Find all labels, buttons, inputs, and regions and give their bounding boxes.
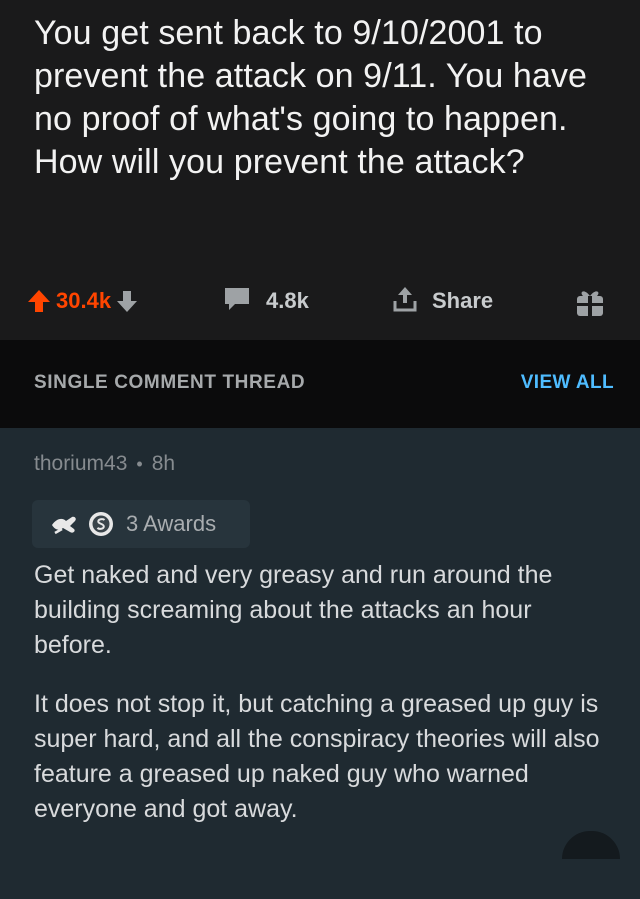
- comment-body: Get naked and very greasy and run around…: [34, 558, 612, 851]
- arrow-down-icon[interactable]: [115, 289, 139, 313]
- comment-author[interactable]: thorium43: [34, 452, 127, 476]
- share-upload-icon: [392, 285, 418, 318]
- post: You get sent back to 9/10/2001 to preven…: [0, 0, 640, 340]
- thread-label: SINGLE COMMENT THREAD: [34, 372, 306, 393]
- vote-control: 30.4k: [26, 284, 139, 318]
- wholesome-award-icon: [50, 511, 80, 537]
- awards-label: 3 Awards: [126, 511, 217, 536]
- single-comment-thread-bar: SINGLE COMMENT THREAD VIEW ALL: [0, 340, 640, 428]
- awards-pill[interactable]: 3 Awards: [32, 500, 250, 548]
- comment-paragraph: Get naked and very greasy and run around…: [34, 561, 553, 659]
- view-all-link[interactable]: VIEW ALL: [521, 372, 614, 394]
- share-button[interactable]: Share: [392, 284, 493, 318]
- post-action-bar: 30.4k 4.8k Share: [0, 278, 640, 324]
- silver-award-icon: [88, 511, 114, 537]
- post-title[interactable]: You get sent back to 9/10/2001 to preven…: [34, 12, 614, 184]
- arrow-up-icon[interactable]: [26, 288, 52, 314]
- meta-separator: •: [136, 453, 143, 474]
- comments-count: 4.8k: [266, 288, 309, 313]
- share-label: Share: [432, 288, 494, 313]
- comment: thorium43 • 8h 3 Awards Get naked and ve…: [0, 428, 640, 899]
- comments-button[interactable]: 4.8k: [222, 284, 309, 318]
- speech-bubble-icon: [222, 285, 252, 318]
- comment-age: 8h: [151, 452, 176, 475]
- vote-score: 30.4k: [56, 288, 112, 313]
- gift-icon[interactable]: [574, 286, 606, 318]
- comment-paragraph: It does not stop it, but catching a grea…: [34, 690, 600, 823]
- comment-meta: thorium43 • 8h: [34, 452, 175, 476]
